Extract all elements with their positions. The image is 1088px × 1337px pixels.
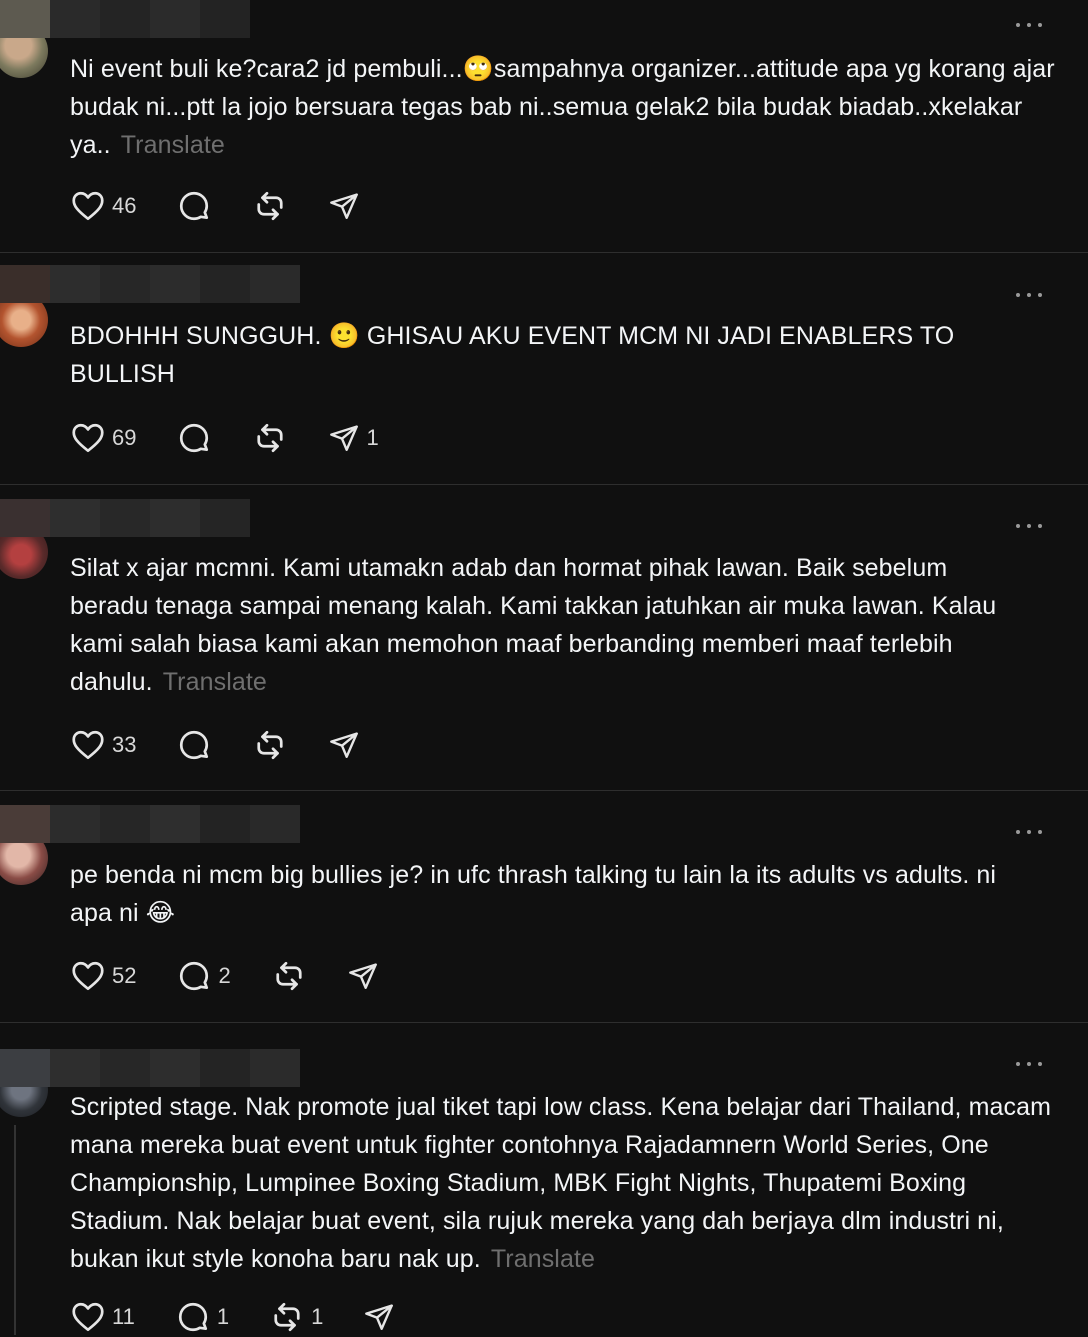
- share-button[interactable]: 1: [328, 422, 379, 454]
- like-button[interactable]: 52: [70, 958, 136, 994]
- reply-button[interactable]: [176, 188, 212, 224]
- more-icon[interactable]: [1016, 1061, 1042, 1067]
- share-button[interactable]: [328, 729, 360, 761]
- like-count: 52: [112, 963, 137, 988]
- share-button[interactable]: [328, 190, 360, 222]
- action-bar: 69 1: [70, 418, 419, 458]
- thread-line: [14, 1125, 16, 1335]
- repost-icon: [252, 420, 288, 456]
- repost-button[interactable]: [252, 727, 288, 763]
- post-4: pe benda ni mcm big bullies je? in ufc t…: [0, 791, 1088, 1022]
- like-button[interactable]: 46: [70, 188, 136, 224]
- username-blurred[interactable]: [0, 0, 250, 38]
- repost-count: 1: [311, 1304, 324, 1329]
- post-text: Scripted stage. Nak promote jual tiket t…: [70, 1088, 1060, 1278]
- share-icon: [363, 1301, 395, 1333]
- more-icon[interactable]: [1016, 292, 1042, 298]
- comment-icon: [176, 727, 212, 763]
- repost-icon: [269, 1299, 305, 1335]
- reply-button[interactable]: 1: [175, 1299, 229, 1335]
- comment-icon: [176, 958, 212, 994]
- reply-button[interactable]: 2: [176, 958, 231, 994]
- post-text-content: pe benda ni mcm big bullies je? in ufc t…: [70, 861, 997, 927]
- comment-icon: [176, 188, 212, 224]
- heart-icon: [70, 1299, 106, 1335]
- share-icon: [347, 960, 379, 992]
- share-icon: [328, 422, 360, 454]
- post-text: pe benda ni mcm big bullies je? in ufc t…: [70, 856, 1010, 932]
- reply-button[interactable]: [176, 420, 212, 456]
- repost-icon: [252, 727, 288, 763]
- post-1: Ni event buli ke?cara2 jd pembuli...🙄sam…: [0, 0, 1088, 252]
- reply-count: 1: [216, 1304, 230, 1329]
- username-blurred[interactable]: [0, 805, 300, 843]
- comment-icon: [175, 1299, 211, 1335]
- reply-button[interactable]: [176, 727, 212, 763]
- more-icon[interactable]: [1016, 829, 1042, 835]
- heart-icon: [70, 188, 106, 224]
- translate-link[interactable]: Translate: [121, 131, 225, 159]
- repost-icon: [252, 188, 288, 224]
- like-count: 33: [112, 732, 137, 757]
- username-blurred[interactable]: [0, 1049, 300, 1087]
- action-bar: 46: [70, 186, 400, 226]
- post-text: BDOHHH SUNGGUH. 🙂 GHISAU AKU EVENT MCM N…: [70, 317, 970, 393]
- share-button[interactable]: [363, 1301, 395, 1333]
- like-count: 11: [112, 1304, 135, 1329]
- more-icon[interactable]: [1016, 523, 1042, 529]
- share-icon: [328, 190, 360, 222]
- repost-button[interactable]: [252, 188, 288, 224]
- post-text-content: BDOHHH SUNGGUH. 🙂 GHISAU AKU EVENT MCM N…: [70, 322, 955, 388]
- like-count: 46: [112, 193, 137, 218]
- comment-icon: [176, 420, 212, 456]
- like-count: 69: [112, 425, 137, 450]
- repost-button[interactable]: [271, 958, 307, 994]
- username-blurred[interactable]: [0, 499, 250, 537]
- more-icon[interactable]: [1016, 22, 1042, 28]
- action-bar: 52 2: [70, 956, 419, 996]
- like-button[interactable]: 33: [70, 727, 136, 763]
- heart-icon: [70, 958, 106, 994]
- post-5: Scripted stage. Nak promote jual tiket t…: [0, 1023, 1088, 1335]
- post-text: Silat x ajar mcmni. Kami utamakn adab da…: [70, 549, 1030, 701]
- translate-link[interactable]: Translate: [491, 1245, 595, 1273]
- heart-icon: [70, 420, 106, 456]
- action-bar: 11 1 1: [70, 1297, 435, 1337]
- like-button[interactable]: 11: [70, 1299, 135, 1335]
- share-button[interactable]: [347, 960, 379, 992]
- reply-count: 2: [218, 963, 231, 988]
- translate-link[interactable]: Translate: [163, 668, 267, 696]
- post-3: Silat x ajar mcmni. Kami utamakn adab da…: [0, 485, 1088, 790]
- repost-button[interactable]: 1: [269, 1299, 323, 1335]
- post-2: BDOHHH SUNGGUH. 🙂 GHISAU AKU EVENT MCM N…: [0, 253, 1088, 484]
- repost-button[interactable]: [252, 420, 288, 456]
- share-count: 1: [366, 425, 379, 450]
- heart-icon: [70, 727, 106, 763]
- share-icon: [328, 729, 360, 761]
- like-button[interactable]: 69: [70, 420, 136, 456]
- post-text: Ni event buli ke?cara2 jd pembuli...🙄sam…: [70, 50, 1060, 164]
- action-bar: 33: [70, 725, 400, 765]
- repost-icon: [271, 958, 307, 994]
- username-blurred[interactable]: [0, 265, 300, 303]
